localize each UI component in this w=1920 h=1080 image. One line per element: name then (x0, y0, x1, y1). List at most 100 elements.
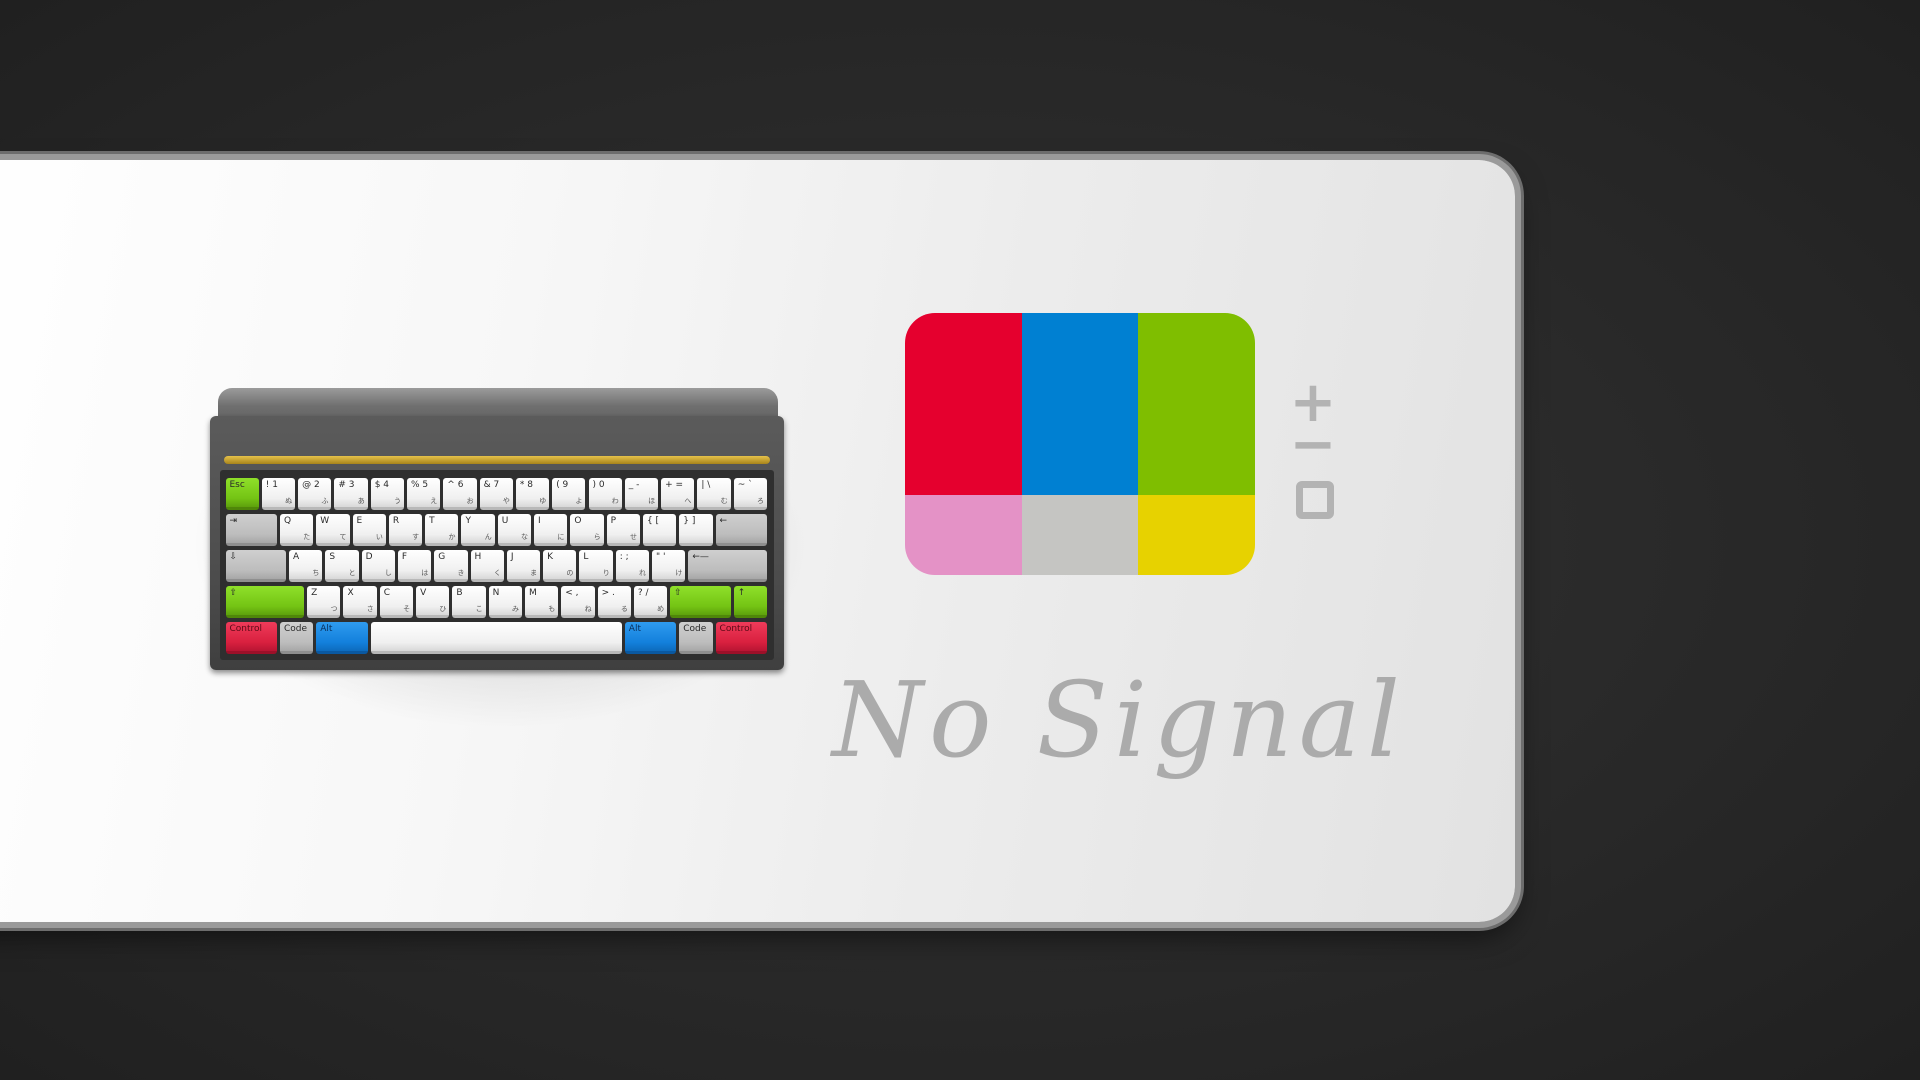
key-kana-legend: へ (684, 496, 692, 505)
square-icon (1296, 481, 1334, 519)
key-kana-legend: れ (639, 568, 647, 577)
key-kana-legend: お (466, 496, 474, 505)
key-t: Tか (425, 513, 459, 546)
key-kana-legend: つ (330, 604, 338, 613)
key-kana-legend: そ (403, 604, 411, 613)
key-legend: $ 4 (374, 479, 390, 490)
key-4: $ 4う (370, 477, 404, 510)
key-8: * 8 ゆ (515, 477, 550, 510)
key-legend: } ] (683, 515, 696, 526)
key-kana-legend: ゆ (539, 496, 547, 505)
key-space (370, 621, 622, 654)
key-s: Sと (325, 549, 359, 582)
key-kana-legend: ら (593, 532, 601, 541)
key-control-right: Control (715, 621, 767, 654)
key-1: ! 1 ぬ (261, 477, 296, 510)
key-alt-left: Alt (316, 621, 368, 654)
key-legend: ⇧ (229, 587, 238, 598)
keyboard-gold-accent (224, 456, 770, 464)
key-legend: B (456, 587, 463, 598)
key-legend: N (492, 587, 500, 598)
key-backslash: | \ む (697, 477, 731, 510)
key-legend: U (501, 515, 509, 526)
key-x: Xさ (343, 585, 377, 618)
key-legend: C (383, 587, 391, 598)
keyboard: Esc! 1 ぬ @ 2 ふ # 3 あ $ 4 う% 5 え ^ 6 お & 7 や * 8 ゆ( 9 よ)… (208, 380, 786, 670)
key-kana-legend: ね (584, 604, 592, 613)
key-legend: & 7 (483, 479, 500, 490)
color-bar-gray (1021, 495, 1139, 575)
key-a: Aち (289, 549, 323, 582)
key-kana-legend: ま (530, 568, 538, 577)
key-minus: _ - ほ (624, 477, 659, 510)
key-l: Lり (579, 549, 613, 582)
key-kana-legend: あ (357, 496, 365, 505)
key-kana-legend: た (303, 532, 311, 541)
key-legend: K (547, 551, 554, 562)
key-kana-legend: よ (575, 496, 583, 505)
key-legend: ) 0 (592, 479, 605, 490)
key-kana-legend: ろ (756, 496, 764, 505)
key-bracket-right: } ] (679, 513, 713, 546)
key-kana-legend: え (430, 496, 438, 505)
key-kana-legend: ち (312, 568, 320, 577)
key-legend: _ - (628, 479, 640, 490)
key-code-left: Code (279, 621, 314, 654)
key-quote: " ' け (652, 549, 686, 582)
key-code-right: Code (679, 621, 713, 654)
key-kana-legend: ほ (648, 496, 656, 505)
key-legend: Alt (628, 623, 641, 634)
key-kana-legend: ぬ (285, 496, 293, 505)
key-legend: Alt (320, 623, 333, 634)
key-comma: < , ね (561, 585, 595, 618)
key-caps: ⇩ (225, 549, 287, 582)
key-kana-legend: ふ (321, 496, 329, 505)
color-bar-red (905, 313, 1023, 495)
key-legend: F (401, 551, 408, 562)
key-legend: @ 2 (302, 479, 320, 490)
key-0: ) 0 わ (588, 477, 622, 510)
key-g: Gき (434, 549, 468, 582)
key-kana-legend: み (511, 604, 519, 613)
color-bar-yellow (1138, 495, 1255, 575)
key-legend: ⇩ (229, 551, 238, 562)
key-kana-legend: に (557, 532, 565, 541)
key-kana-legend: ん (484, 532, 492, 541)
key-kana-legend: け (675, 568, 683, 577)
key-y: Yん (461, 513, 495, 546)
key-kana-legend: し (384, 568, 392, 577)
key-legend: ! 1 (265, 479, 278, 490)
key-period: > . る (597, 585, 631, 618)
key-legend: Code (683, 623, 707, 634)
key-k: Kの (543, 549, 577, 582)
key-alt-right: Alt (624, 621, 677, 654)
key-legend: ? / (637, 587, 649, 598)
key-legend: + = (665, 479, 684, 490)
key-legend: | \ (701, 479, 711, 490)
key-kana-legend: わ (611, 496, 619, 505)
key-legend: W (320, 515, 330, 526)
key-legend: Control (229, 623, 263, 634)
key-7: & 7や (479, 477, 513, 510)
key-j: Jま (506, 549, 541, 582)
key-kana-legend: こ (475, 604, 483, 613)
key-legend: M (528, 587, 537, 598)
key-legend: X (347, 587, 354, 598)
key-kana-legend: い (375, 532, 383, 541)
key-legend: : ; (619, 551, 629, 562)
key-legend: T (429, 515, 435, 526)
key-legend: L (583, 551, 589, 562)
key-shift-right: ⇧ (670, 585, 731, 618)
control-icons: + − (1288, 375, 1338, 525)
key-tab: ⇥ (225, 513, 277, 546)
key-esc: Esc (225, 477, 259, 510)
key-kana-legend: る (620, 604, 628, 613)
key-equals: + = へ (661, 477, 695, 510)
key-legend: ~ ` (737, 479, 753, 490)
key-grave: ~ ` ろ (733, 477, 767, 510)
key-legend: ⇧ (674, 587, 682, 598)
key-legend: D (365, 551, 373, 562)
key-kana-legend: も (548, 604, 556, 613)
key-q: Qた (279, 513, 314, 546)
key-arrow-up: ↑ (733, 585, 767, 618)
